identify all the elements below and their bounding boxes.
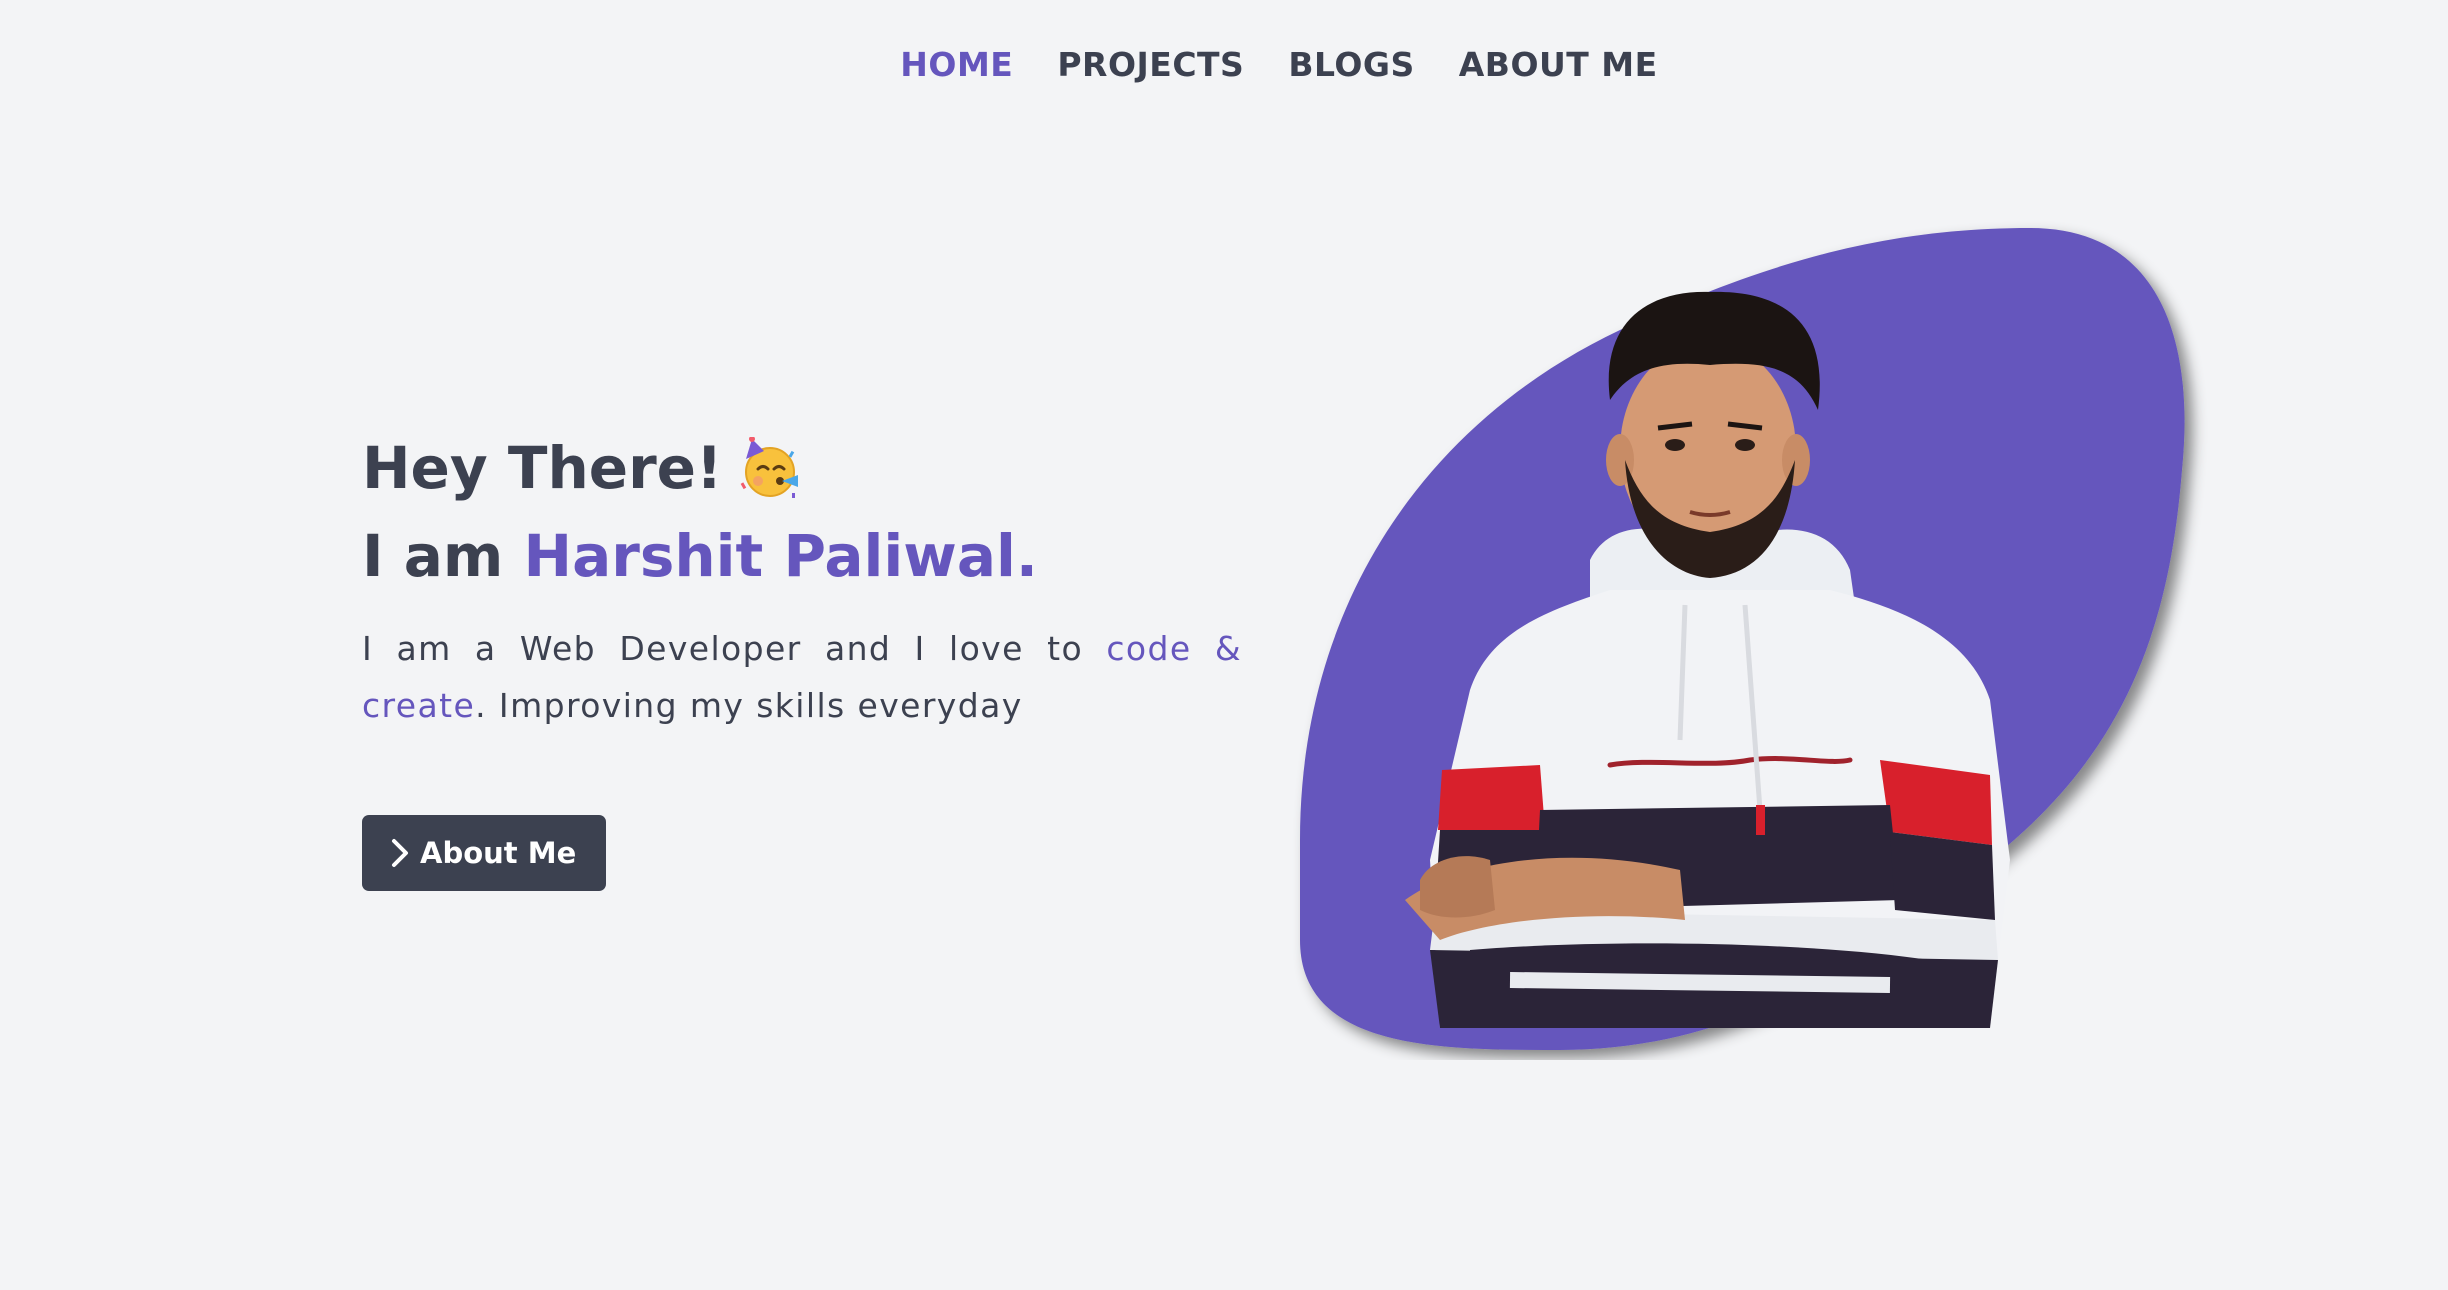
greeting-heading: Hey There!: [362, 428, 1242, 508]
chevron-right-icon: [390, 838, 410, 868]
greeting-text: Hey There!: [362, 434, 723, 502]
about-me-button[interactable]: About Me: [362, 815, 607, 891]
nav-blogs[interactable]: BLOGS: [1288, 40, 1414, 90]
top-nav: HOME PROJECTS BLOGS ABOUT ME: [0, 40, 2448, 90]
portrait: [1290, 220, 2210, 1060]
nav-home[interactable]: HOME: [900, 40, 1013, 90]
about-me-button-label: About Me: [420, 836, 577, 870]
person-name: Harshit Paliwal.: [523, 522, 1038, 590]
bio-suffix: . Improving my skills everyday: [475, 686, 1023, 725]
home-page: HOME PROJECTS BLOGS ABOUT ME Hey There!: [0, 0, 2448, 1290]
bio-text: I am a Web Developer and I love to code …: [362, 620, 1242, 734]
bio-prefix: I am a Web Developer and I love to: [362, 629, 1107, 668]
party-face-icon: [738, 436, 800, 499]
hero-section: Hey There! I am Harshit Paliwal. I am a …: [362, 428, 1242, 891]
intro-heading: I am Harshit Paliwal.: [362, 516, 1242, 596]
intro-prefix: I am: [362, 522, 524, 590]
nav-about-me[interactable]: ABOUT ME: [1459, 40, 1658, 90]
nav-projects[interactable]: PROJECTS: [1057, 40, 1244, 90]
portrait-illustration: [1300, 228, 2185, 1050]
